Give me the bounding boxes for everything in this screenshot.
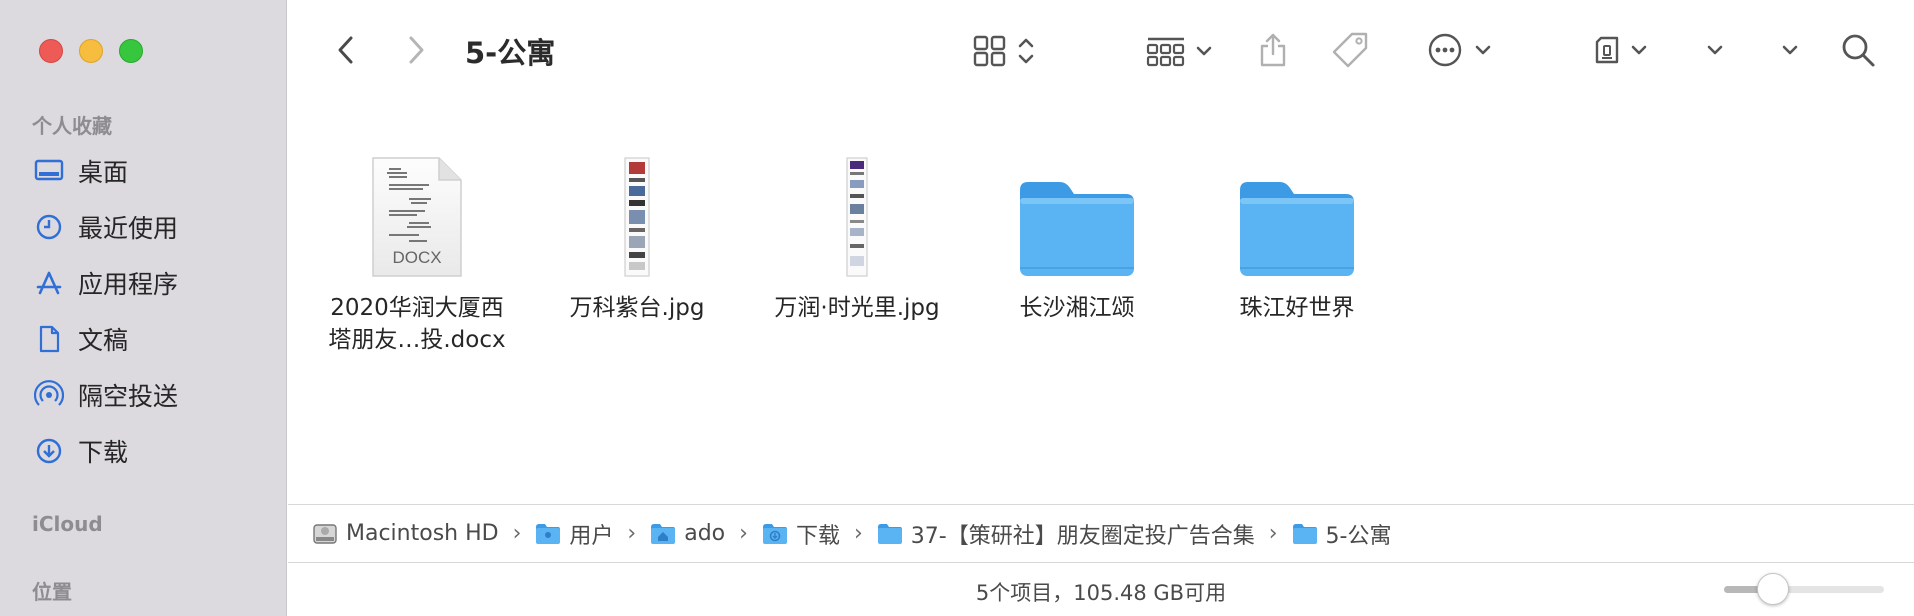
path-crumb-ado[interactable]: ado bbox=[650, 521, 725, 546]
folder-icon bbox=[977, 130, 1177, 280]
docx-file-icon: DOCX bbox=[317, 130, 517, 280]
chevron-right-icon: › bbox=[853, 521, 863, 546]
sidebar-item-recents[interactable]: 最近使用 bbox=[34, 207, 178, 247]
chevron-down-icon bbox=[1631, 45, 1647, 55]
sidebar: 个人收藏 桌面 最近使用 应用程序 文稿 隔空投送 下载 iCloud 位置 bbox=[0, 0, 287, 616]
view-mode-button[interactable] bbox=[965, 33, 1045, 69]
image-thumbnail-icon bbox=[537, 130, 737, 280]
sidebar-item-downloads[interactable]: 下载 bbox=[34, 431, 128, 471]
share-icon bbox=[1260, 33, 1286, 67]
folder-name: 珠江好世界 bbox=[1239, 295, 1355, 321]
docx-badge: DOCX bbox=[392, 248, 441, 267]
downloads-folder-icon bbox=[762, 523, 787, 544]
image-thumbnail-icon bbox=[757, 130, 957, 280]
file-item[interactable]: 万科紫台.jpg bbox=[532, 130, 742, 324]
folder-icon bbox=[877, 523, 902, 544]
minimize-window-button[interactable] bbox=[79, 39, 103, 63]
forward-button[interactable] bbox=[402, 32, 432, 68]
chevron-down-icon bbox=[1475, 45, 1491, 55]
more-icon bbox=[1428, 33, 1462, 67]
back-button[interactable] bbox=[330, 32, 360, 68]
folder-icon bbox=[1292, 523, 1317, 544]
search-icon bbox=[1842, 34, 1875, 67]
group-icon bbox=[1146, 37, 1185, 67]
download-icon bbox=[34, 436, 64, 466]
share-button[interactable] bbox=[1253, 30, 1293, 70]
file-grid: DOCX 2020华润大厦西 塔朋友…投.docx 万科紫台.jpg 万润·时光… bbox=[288, 100, 1914, 504]
chevron-down-icon bbox=[1196, 46, 1212, 56]
icon-size-slider[interactable] bbox=[1724, 573, 1884, 605]
chevron-right-icon: › bbox=[627, 521, 637, 546]
path-crumb-ad-collection[interactable]: 37-【策研社】朋友圈定投广告合集 bbox=[877, 518, 1255, 550]
sidebar-item-label: 应用程序 bbox=[78, 270, 179, 299]
grid-view-icon bbox=[973, 35, 1006, 67]
sidebar-item-label: 隔空投送 bbox=[78, 382, 179, 411]
search-button[interactable] bbox=[1838, 30, 1878, 70]
file-name: 万润·时光里.jpg bbox=[774, 295, 940, 321]
window-title: 5-公寓 bbox=[465, 36, 556, 70]
path-bar: Macintosh HD › 用户 › ado › 下载 › 37-【策研社】朋… bbox=[288, 504, 1914, 562]
airdrop-icon bbox=[34, 380, 64, 410]
sidebar-item-label: 下载 bbox=[78, 438, 129, 467]
path-crumb-downloads[interactable]: 下载 bbox=[762, 518, 840, 550]
chevron-right-icon: › bbox=[1268, 521, 1278, 546]
tag-button[interactable] bbox=[1328, 30, 1372, 70]
toolbar-dropdown-button[interactable] bbox=[1775, 32, 1805, 68]
toolbar: 5-公寓 bbox=[288, 0, 1914, 100]
slider-knob[interactable] bbox=[1756, 573, 1789, 605]
path-crumb-macintosh-hd[interactable]: Macintosh HD bbox=[312, 521, 499, 547]
sidebar-item-label: 文稿 bbox=[78, 326, 129, 355]
file-name: 2020华润大厦西 塔朋友…投.docx bbox=[328, 295, 506, 353]
usb-drive-icon bbox=[1595, 36, 1619, 64]
group-by-button[interactable] bbox=[1140, 33, 1220, 69]
folder-name: 长沙湘江颂 bbox=[1019, 295, 1135, 321]
toolbar-dropdown-button[interactable] bbox=[1700, 32, 1730, 68]
sidebar-item-label: 桌面 bbox=[78, 158, 129, 187]
sidebar-heading-locations: 位置 bbox=[32, 580, 72, 604]
folder-item[interactable]: 长沙湘江颂 bbox=[972, 130, 1182, 324]
clock-icon bbox=[34, 212, 64, 242]
sidebar-item-applications[interactable]: 应用程序 bbox=[34, 263, 178, 303]
file-name: 万科紫台.jpg bbox=[569, 295, 705, 321]
folder-item[interactable]: 珠江好世界 bbox=[1192, 130, 1402, 324]
action-menu-button[interactable] bbox=[1412, 32, 1508, 68]
sidebar-item-label: 最近使用 bbox=[78, 214, 179, 243]
path-crumb-users[interactable]: 用户 bbox=[535, 518, 613, 550]
up-down-chevron-icon bbox=[1018, 38, 1034, 64]
file-item[interactable]: DOCX 2020华润大厦西 塔朋友…投.docx bbox=[312, 130, 522, 356]
tag-icon bbox=[1332, 32, 1368, 68]
chevron-down-icon bbox=[1782, 45, 1798, 55]
sidebar-heading-icloud: iCloud bbox=[32, 512, 103, 536]
sidebar-item-documents[interactable]: 文稿 bbox=[34, 319, 128, 359]
status-bar: 5个项目，105.48 GB可用 bbox=[288, 562, 1914, 616]
status-text: 5个项目，105.48 GB可用 bbox=[975, 581, 1227, 605]
chevron-left-icon bbox=[338, 36, 353, 64]
chevron-down-icon bbox=[1707, 45, 1723, 55]
close-window-button[interactable] bbox=[39, 39, 63, 63]
home-folder-icon bbox=[651, 523, 676, 544]
path-crumb-current[interactable]: 5-公寓 bbox=[1292, 518, 1391, 550]
folder-icon bbox=[536, 523, 561, 544]
document-icon bbox=[34, 324, 64, 354]
chevron-right-icon: › bbox=[739, 521, 748, 546]
desktop-icon bbox=[34, 156, 64, 186]
window-controls bbox=[39, 39, 143, 63]
sidebar-item-airdrop[interactable]: 隔空投送 bbox=[34, 375, 178, 415]
sidebar-heading-favorites: 个人收藏 bbox=[32, 114, 112, 138]
folder-icon bbox=[1197, 130, 1397, 280]
zoom-window-button[interactable] bbox=[119, 39, 143, 63]
applications-icon bbox=[34, 268, 64, 298]
sidebar-item-desktop[interactable]: 桌面 bbox=[34, 151, 128, 191]
chevron-right-icon bbox=[409, 36, 424, 64]
chevron-right-icon: › bbox=[512, 521, 522, 546]
file-item[interactable]: 万润·时光里.jpg bbox=[752, 130, 962, 324]
hard-drive-icon bbox=[313, 523, 337, 544]
storage-device-button[interactable] bbox=[1586, 32, 1656, 68]
